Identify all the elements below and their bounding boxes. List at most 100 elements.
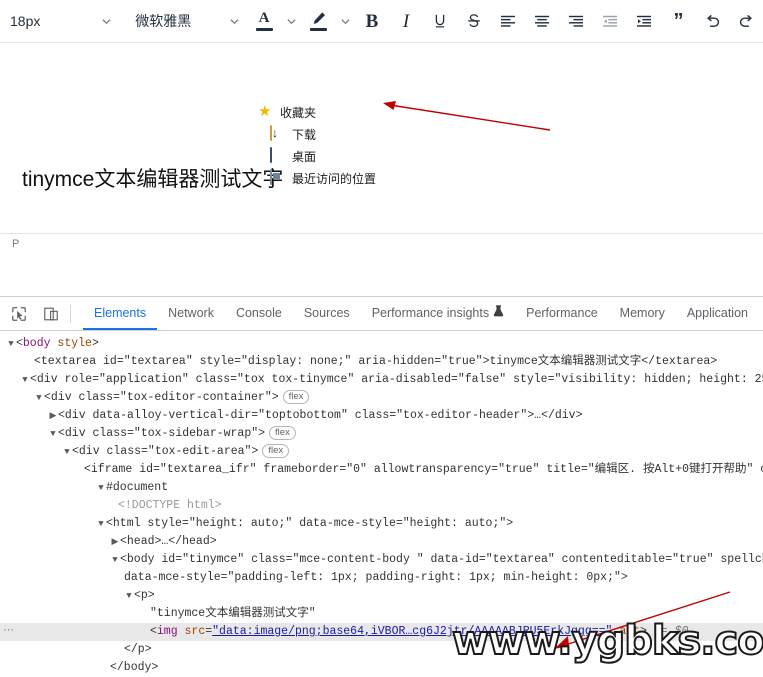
tab-label: Application [686,305,748,320]
dom-node-html[interactable]: <html style="height: auto;" data-mce-sty… [0,515,763,533]
device-toolbar-icon[interactable] [38,301,64,327]
twisty-open-icon[interactable] [34,389,44,407]
twisty-open-icon[interactable] [124,587,134,605]
outdent-button[interactable] [593,6,627,36]
list-item: 最近访问的位置 [270,167,376,189]
outdent-icon [601,12,619,30]
flex-badge[interactable]: flex [282,390,310,404]
dom-node-body-outer[interactable]: <body style> [0,335,763,353]
tab-label: Performance [526,305,598,320]
editor-content-area[interactable]: tinymce文本编辑器测试文字 ★ 收藏夹 ↓ 下载 桌面 最近访问的位置 [0,43,763,233]
twisty-open-icon[interactable] [20,371,30,389]
dom-node-text: <div class="tox-editor-container"> [44,391,279,404]
tab-label: Console [235,305,282,320]
dom-node-text: </p> [124,643,152,656]
italic-button[interactable]: I [389,6,423,36]
font-family-value: 微软雅黑 [135,13,192,29]
font-family-select[interactable]: 微软雅黑 [125,6,247,36]
editor-body[interactable]: tinymce文本编辑器测试文字 ★ 收藏夹 ↓ 下载 桌面 最近访问的位置 [0,43,763,233]
dom-node-text: data-mce-style="padding-left: 1px; paddi… [124,571,628,584]
flex-badge[interactable]: flex [269,426,296,440]
dom-node-tinymce-body-cont[interactable]: data-mce-style="padding-left: 1px; paddi… [0,569,763,587]
dom-node-editor-header[interactable]: <div data-alloy-vertical-dir="toptobotto… [0,407,763,425]
background-color-swatch [309,28,327,31]
indent-icon [635,12,653,30]
dom-node-text: <body id="tinymce" class="mce-content-bo… [120,553,763,566]
dom-node-editor-container[interactable]: <div class="tox-editor-container">flex [0,389,763,407]
tab-console[interactable]: Console [225,297,293,330]
align-center-button[interactable] [525,6,559,36]
chevron-down-icon [286,16,297,27]
tab-label: Performance insights [371,305,490,320]
devtools-toolbar-icons [0,297,83,330]
undo-button[interactable] [695,6,729,36]
twisty-closed-icon[interactable] [48,407,58,425]
align-center-icon [533,12,551,30]
tab-label: Elements [94,305,147,320]
tab-lighthouse[interactable]: Lig [759,297,763,330]
twisty-closed-icon[interactable] [110,533,120,551]
tab-memory[interactable]: Memory [609,297,676,330]
list-item-label: 最近访问的位置 [292,171,377,186]
strikethrough-button[interactable] [457,6,491,36]
dom-node-text: <div class="tox-edit-area"> [72,445,259,458]
dom-node-p[interactable]: <p> [0,587,763,605]
twisty-open-icon[interactable] [96,515,106,533]
list-item-label: 收藏夹 [280,105,317,120]
inspect-element-icon[interactable] [6,301,32,327]
tab-elements[interactable]: Elements [83,297,158,330]
flex-badge[interactable]: flex [262,444,290,458]
tab-sources[interactable]: Sources [293,297,361,330]
italic-icon: I [402,10,410,32]
dom-node-doctype[interactable]: <!DOCTYPE html> [0,497,763,515]
element-path[interactable]: P [0,238,19,250]
flask-icon [493,305,504,320]
redo-icon [737,12,756,31]
twisty-open-icon[interactable] [62,443,72,461]
dom-node-textarea[interactable]: <textarea id="textarea" style="display: … [0,353,763,371]
strikethrough-icon [465,12,483,30]
align-left-button[interactable] [491,6,525,36]
dom-node-text: <!DOCTYPE html> [118,499,222,512]
font-size-select[interactable]: 18px [0,6,119,36]
dom-node-document[interactable]: #document [0,479,763,497]
editor-toolbar: 18px 微软雅黑 A B I ” [0,0,763,43]
dom-node-text: <div role="application" class="tox tox-t… [30,373,763,386]
indent-button[interactable] [627,6,661,36]
tab-application[interactable]: Application [676,297,759,330]
blockquote-button[interactable]: ” [661,6,695,36]
dom-node-text: <iframe id="textarea_ifr" frameborder="0… [84,463,763,476]
dom-node-head[interactable]: <head>…</head> [0,533,763,551]
tab-network[interactable]: Network [157,297,225,330]
twisty-open-icon[interactable] [110,551,120,569]
recent-places-icon [270,169,287,186]
align-right-button[interactable] [559,6,593,36]
editor-paragraph-text: tinymce文本编辑器测试文字 [22,168,284,191]
dom-node-iframe[interactable]: <iframe id="textarea_ifr" frameborder="0… [0,461,763,479]
redo-button[interactable] [729,6,763,36]
dom-node-edit-area[interactable]: <div class="tox-edit-area">flex [0,443,763,461]
background-color-dropdown[interactable] [335,6,355,36]
text-color-button[interactable]: A [247,6,281,36]
align-right-icon [567,12,585,30]
bold-button[interactable]: B [355,6,389,36]
more-options-icon[interactable]: ⋯ [3,626,14,637]
twisty-open-icon[interactable] [96,479,106,497]
list-item: 桌面 [270,145,368,167]
list-item-label: 桌面 [292,149,317,164]
editor-statusbar: P [0,233,763,253]
background-color-button[interactable] [301,6,335,36]
tab-performance-insights[interactable]: Performance insights [361,297,515,330]
watermark: www.ygbks.com [451,617,763,665]
tab-performance[interactable]: Performance [515,297,609,330]
twisty-open-icon[interactable] [6,335,16,353]
underline-button[interactable] [423,6,457,36]
dom-node-tinymce-body[interactable]: <body id="tinymce" class="mce-content-bo… [0,551,763,569]
highlighter-pen-icon [309,11,327,31]
pasted-screenshot-image[interactable]: ★ 收藏夹 ↓ 下载 桌面 最近访问的位置 [258,101,376,189]
text-color-dropdown[interactable] [281,6,301,36]
dom-node-tox-tinymce[interactable]: <div role="application" class="tox tox-t… [0,371,763,389]
dom-node-sidebar-wrap[interactable]: <div class="tox-sidebar-wrap">flex [0,425,763,443]
toolbar-divider [70,304,71,323]
twisty-open-icon[interactable] [48,425,58,443]
